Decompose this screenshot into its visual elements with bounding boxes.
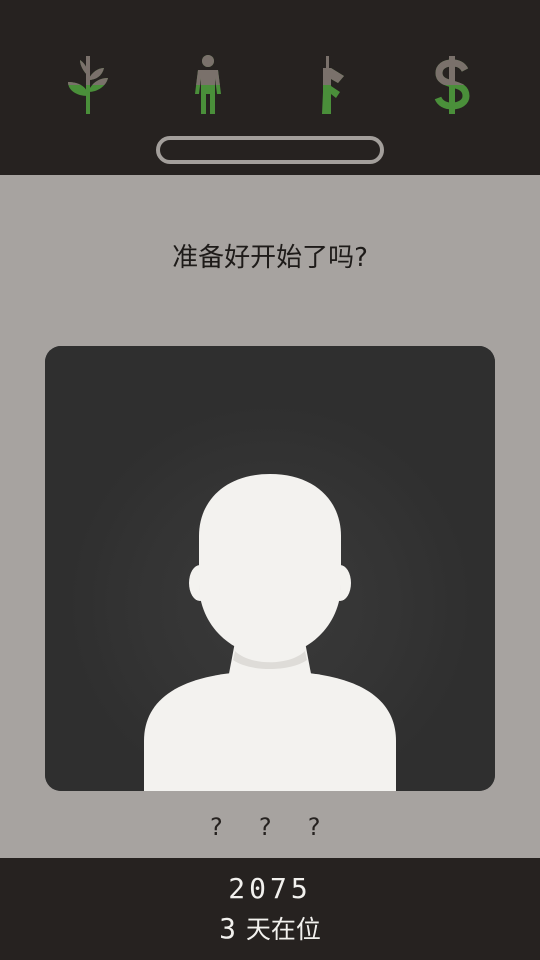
plant-icon [68, 56, 108, 114]
religion-stat [58, 52, 118, 116]
reign-progress-bar [156, 136, 384, 164]
people-stat [178, 52, 238, 116]
character-name: ? ? ? [208, 813, 332, 841]
person-icon [195, 55, 221, 114]
silhouette-icon [45, 346, 495, 791]
days-count: 3 [219, 912, 236, 945]
money-stat [422, 52, 482, 116]
days-label: 天在位 [245, 915, 321, 944]
main-area: 准备好开始了吗? ? ? ? [0, 175, 540, 858]
military-stat [298, 52, 358, 116]
days-in-power: 3 天在位 [0, 910, 540, 946]
stats-bar [0, 0, 540, 175]
card-prompt: 准备好开始了吗? [172, 243, 368, 273]
character-card[interactable] [45, 346, 495, 791]
dollar-icon [434, 56, 470, 114]
reign-footer: 2075 3 天在位 [0, 858, 540, 960]
current-year: 2075 [228, 872, 312, 905]
rifle-icon [322, 56, 344, 114]
